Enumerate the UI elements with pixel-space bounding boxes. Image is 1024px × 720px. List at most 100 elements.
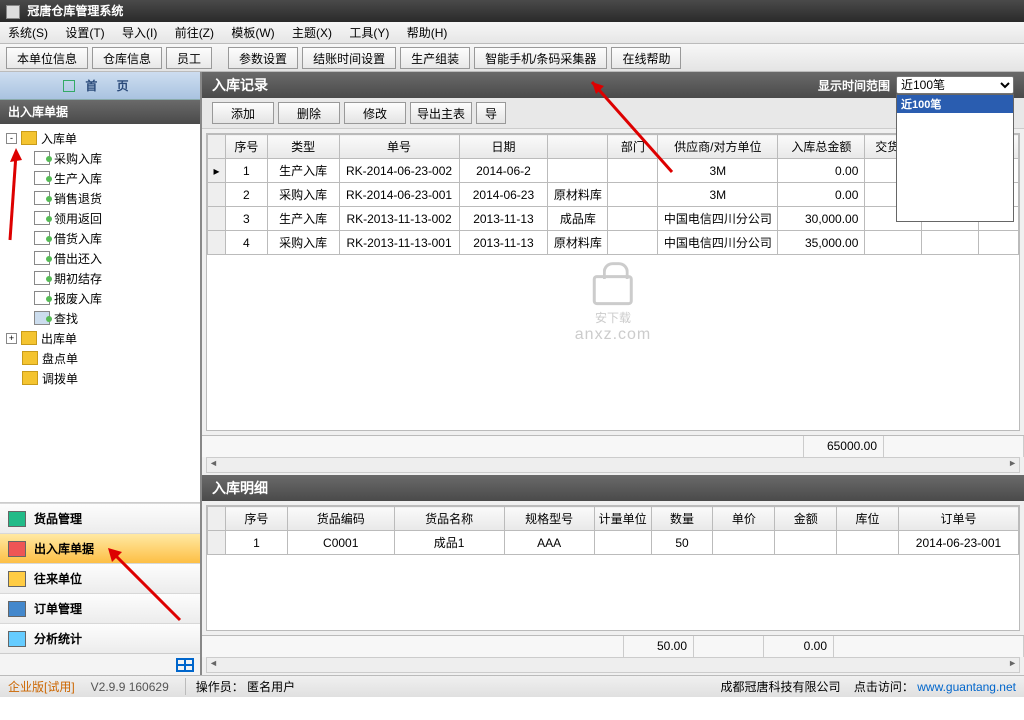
menu-bar: 系统(S) 设置(T) 导入(I) 前往(Z) 模板(W) 主题(X) 工具(Y… — [0, 22, 1024, 44]
row-header-col — [208, 135, 226, 159]
tree-sales-return[interactable]: 销售退货 — [0, 188, 200, 208]
tb-warehouse-info[interactable]: 仓库信息 — [92, 47, 162, 69]
dd-opt-1m[interactable]: 近一月 — [897, 131, 1013, 149]
home-button[interactable]: 首 页 — [0, 72, 200, 100]
sidebar-panel-title: 出入库单据 — [0, 100, 200, 124]
btn-export-partial[interactable]: 导 — [476, 102, 506, 124]
col-date[interactable]: 日期 — [459, 135, 548, 159]
dd-opt-bycode[interactable]: 按单号查询 — [897, 203, 1013, 221]
folder-icon — [22, 351, 38, 365]
col-code[interactable]: 单号 — [339, 135, 459, 159]
menu-system[interactable]: 系统(S) — [8, 26, 48, 40]
dcol-name[interactable]: 货品名称 — [394, 507, 504, 531]
document-tree: - 入库单 采购入库 生产入库 销售退货 领用返回 借货入库 借出还入 期初结存… — [0, 124, 200, 502]
dcol-unit[interactable]: 计量单位 — [594, 507, 651, 531]
sidebar-footer — [0, 653, 200, 675]
detail-h-scrollbar[interactable] — [206, 657, 1020, 673]
app-title: 冠唐仓库管理系统 — [27, 4, 123, 18]
status-edition: 企业版[试用] — [8, 678, 75, 695]
nav-inout-docs[interactable]: 出入库单据 — [0, 533, 200, 563]
order-icon — [8, 601, 26, 617]
nav-stack: 货品管理 出入库单据 往来单位 订单管理 分析统计 — [0, 502, 200, 653]
collapse-icon[interactable]: - — [6, 133, 17, 144]
dcol-price[interactable]: 单价 — [713, 507, 775, 531]
tb-assembly[interactable]: 生产组装 — [400, 47, 470, 69]
tb-company-info[interactable]: 本单位信息 — [6, 47, 88, 69]
nav-contacts[interactable]: 往来单位 — [0, 563, 200, 593]
tree-search[interactable]: 查找 — [0, 308, 200, 328]
dcol-loc[interactable]: 库位 — [837, 507, 899, 531]
status-visit-label: 点击访问： — [854, 680, 914, 694]
status-company: 成都冠唐科技有限公司 — [721, 680, 841, 694]
col-wh[interactable] — [548, 135, 608, 159]
dcol-ord[interactable]: 订单号 — [899, 507, 1019, 531]
detail-sum-qty: 50.00 — [624, 636, 694, 657]
dcol-no[interactable]: 序号 — [226, 507, 288, 531]
tree-stocktake[interactable]: 盘点单 — [0, 348, 200, 368]
table-row[interactable]: 4采购入库RK-2013-11-13-0012013-11-13原材料库中国电信… — [208, 231, 1019, 255]
tree-lend-return[interactable]: 借出还入 — [0, 248, 200, 268]
grid-view-icon[interactable] — [176, 658, 194, 672]
status-url[interactable]: www.guantang.net — [917, 680, 1016, 694]
dd-opt-100[interactable]: 近100笔 — [897, 95, 1013, 113]
menu-help[interactable]: 帮助(H) — [407, 26, 448, 40]
tree-opening-balance[interactable]: 期初结存 — [0, 268, 200, 288]
folder-icon — [22, 371, 38, 385]
btn-add[interactable]: 添加 — [212, 102, 274, 124]
tb-closing-time[interactable]: 结账时间设置 — [302, 47, 396, 69]
h-scrollbar[interactable] — [206, 457, 1020, 473]
col-type[interactable]: 类型 — [267, 135, 339, 159]
dd-opt-7d[interactable]: 近7天 — [897, 113, 1013, 131]
folder-icon — [21, 331, 37, 345]
col-supplier[interactable]: 供应商/对方单位 — [658, 135, 778, 159]
dcol-amt[interactable]: 金额 — [775, 507, 837, 531]
menu-import[interactable]: 导入(I) — [122, 26, 157, 40]
status-version: V2.9.9 160629 — [91, 680, 169, 694]
tree-borrow-in[interactable]: 借货入库 — [0, 228, 200, 248]
tb-params[interactable]: 参数设置 — [228, 47, 298, 69]
menu-template[interactable]: 模板(W) — [231, 26, 274, 40]
doc-icon — [34, 291, 50, 305]
tree-inbound-root[interactable]: - 入库单 — [0, 128, 200, 148]
section-inbound-header: 入库记录 显示时间范围 近100笔 近100笔 近7天 近一月 近三月 近一年 … — [202, 72, 1024, 98]
main-toolbar: 本单位信息 仓库信息 员工 参数设置 结账时间设置 生产组装 智能手机/条码采集… — [0, 44, 1024, 72]
doc-icon — [34, 151, 50, 165]
dcol-code[interactable]: 货品编码 — [287, 507, 394, 531]
nav-analytics[interactable]: 分析统计 — [0, 623, 200, 653]
menu-settings[interactable]: 设置(T) — [65, 26, 104, 40]
dd-opt-3m[interactable]: 近三月 — [897, 149, 1013, 167]
expand-icon[interactable]: + — [6, 333, 17, 344]
dd-opt-1y[interactable]: 近一年 — [897, 167, 1013, 185]
col-dept[interactable]: 部门 — [608, 135, 658, 159]
nav-goods[interactable]: 货品管理 — [0, 503, 200, 533]
btn-export-main[interactable]: 导出主表 — [410, 102, 472, 124]
menu-tools[interactable]: 工具(Y) — [349, 26, 389, 40]
tb-staff[interactable]: 员工 — [166, 47, 212, 69]
tree-scrap-in[interactable]: 报废入库 — [0, 288, 200, 308]
contacts-icon — [8, 571, 26, 587]
tree-use-return[interactable]: 领用返回 — [0, 208, 200, 228]
detail-table: 序号 货品编码 货品名称 规格型号 计量单位 数量 单价 金额 库位 订单号 1… — [207, 506, 1019, 555]
tree-production-in[interactable]: 生产入库 — [0, 168, 200, 188]
dcol-qty[interactable]: 数量 — [651, 507, 713, 531]
time-range-select[interactable]: 近100笔 — [896, 76, 1014, 94]
dd-opt-3y[interactable]: 近三年 — [897, 185, 1013, 203]
tree-purchase-in[interactable]: 采购入库 — [0, 148, 200, 168]
table-row[interactable]: 1C0001成品1AAA502014-06-23-001 — [208, 531, 1019, 555]
tree-outbound-root[interactable]: +出库单 — [0, 328, 200, 348]
tree-transfer[interactable]: 调拨单 — [0, 368, 200, 388]
nav-orders[interactable]: 订单管理 — [0, 593, 200, 623]
menu-goto[interactable]: 前往(Z) — [175, 26, 214, 40]
tb-scanner[interactable]: 智能手机/条码采集器 — [474, 47, 607, 69]
btn-delete[interactable]: 删除 — [278, 102, 340, 124]
col-amount[interactable]: 入库总金额 — [778, 135, 865, 159]
menu-theme[interactable]: 主题(X) — [292, 26, 332, 40]
dcol-spec[interactable]: 规格型号 — [504, 507, 594, 531]
window-titlebar: 冠唐仓库管理系统 — [0, 0, 1024, 22]
col-no[interactable]: 序号 — [226, 135, 268, 159]
time-range-label: 显示时间范围 — [818, 77, 890, 94]
tb-online-help[interactable]: 在线帮助 — [611, 47, 681, 69]
section-title: 入库记录 — [212, 75, 268, 95]
content-area: 入库记录 显示时间范围 近100笔 近100笔 近7天 近一月 近三月 近一年 … — [202, 72, 1024, 675]
btn-edit[interactable]: 修改 — [344, 102, 406, 124]
